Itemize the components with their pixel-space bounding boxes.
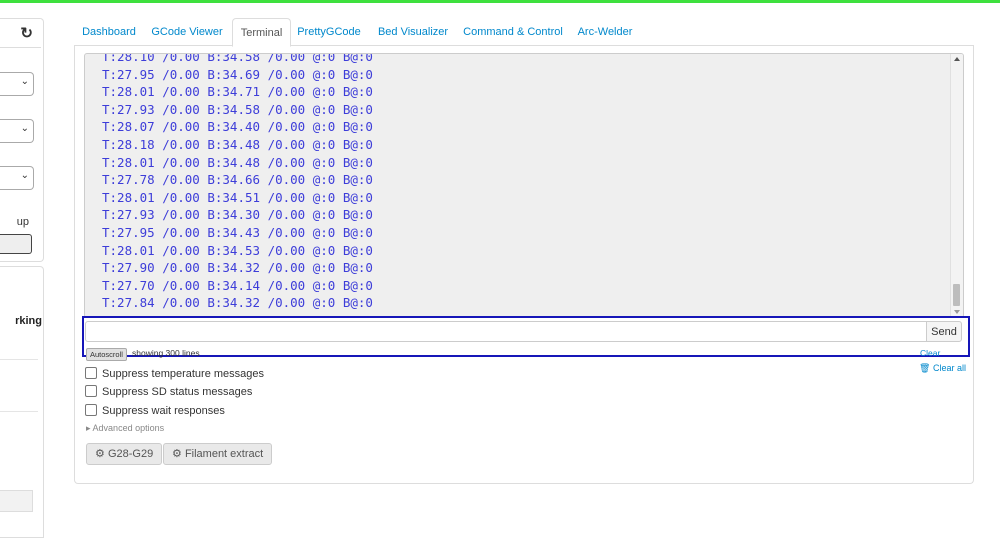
- baudrate-select[interactable]: ⌄: [0, 119, 34, 143]
- terminal-line: T:28.01 /0.00 B:34.51 /0.00 @:0 B@:0: [102, 189, 373, 205]
- gear-icon: ⚙: [172, 448, 182, 460]
- suppress-wait-checkbox[interactable]: [85, 404, 97, 417]
- divider: [0, 359, 38, 360]
- connection-panel-header: ↻: [0, 19, 41, 48]
- terminal-line: T:27.95 /0.00 B:34.69 /0.00 @:0 B@:0: [102, 66, 373, 82]
- main-tabs: Dashboard GCode Viewer Terminal PrettyGC…: [74, 18, 974, 47]
- command-input[interactable]: [85, 321, 927, 342]
- terminal-line: T:28.07 /0.00 B:34.40 /0.00 @:0 B@:0: [102, 119, 373, 135]
- tab-gcode-viewer[interactable]: GCode Viewer: [144, 18, 230, 45]
- sidebar: ↻ ⌄ ⌄ ⌄ up rking: [0, 18, 44, 538]
- autoscroll-button[interactable]: Autoscroll: [86, 348, 127, 361]
- line-count-text: showing 300 lines: [132, 348, 200, 358]
- terminal-line: T:27.93 /0.00 B:34.58 /0.00 @:0 B@:0: [102, 101, 373, 117]
- caret-right-icon: ▸: [86, 423, 91, 433]
- terminal-line: T:27.90 /0.00 B:34.32 /0.00 @:0 B@:0: [102, 260, 373, 276]
- chevron-down-icon: ⌄: [20, 123, 29, 134]
- tab-arc-welder[interactable]: Arc-Welder: [570, 18, 640, 45]
- chevron-down-icon: ⌄: [20, 76, 29, 87]
- serial-port-select[interactable]: ⌄: [0, 72, 34, 96]
- tab-command-control[interactable]: Command & Control: [457, 18, 569, 45]
- terminal-line: T:27.95 /0.00 B:34.43 /0.00 @:0 B@:0: [102, 224, 373, 240]
- filament-extract-button[interactable]: ⚙ Filament extract: [163, 443, 273, 465]
- terminal-line: T:27.78 /0.00 B:34.66 /0.00 @:0 B@:0: [102, 172, 373, 188]
- clear-link[interactable]: Clear: [920, 348, 940, 358]
- suppress-temperature-checkbox[interactable]: [85, 367, 97, 380]
- chevron-down-icon: ⌄: [20, 170, 29, 181]
- tab-dashboard[interactable]: Dashboard: [74, 18, 144, 45]
- suppress-temperature-option[interactable]: Suppress temperature messages: [85, 367, 264, 381]
- g28-g29-label: G28-G29: [107, 448, 154, 460]
- terminal-line: T:27.84 /0.00 B:34.32 /0.00 @:0 B@:0: [102, 295, 373, 311]
- terminal-line: T:28.01 /0.00 B:34.48 /0.00 @:0 B@:0: [102, 154, 373, 170]
- terminal-line: T:28.01 /0.00 B:34.71 /0.00 @:0 B@:0: [102, 84, 373, 100]
- state-value: rking: [15, 315, 42, 327]
- tab-terminal[interactable]: Terminal: [232, 18, 291, 47]
- scroll-down-icon[interactable]: [954, 310, 960, 314]
- suppress-sd-checkbox[interactable]: [85, 385, 97, 398]
- terminal-lines: T:28.10 /0.00 B:34.58 /0.00 @:0 B@:0 T:27…: [102, 53, 373, 312]
- filament-extract-label: Filament extract: [184, 448, 264, 460]
- terminal-scrollbar[interactable]: [950, 54, 963, 317]
- suppress-temperature-label: Suppress temperature messages: [102, 368, 265, 380]
- g28-g29-button[interactable]: ⚙ G28-G29: [86, 443, 163, 465]
- divider: [0, 411, 38, 412]
- trash-icon: 🗑︎: [919, 363, 931, 373]
- sidebar-partial-label: up: [16, 216, 29, 228]
- gear-icon: ⚙: [95, 448, 105, 460]
- advanced-options-label: Advanced options: [92, 423, 165, 433]
- terminal-line: T:28.18 /0.00 B:34.48 /0.00 @:0 B@:0: [102, 136, 373, 152]
- top-status-bar: [0, 0, 1000, 3]
- advanced-options-toggle[interactable]: ▸ Advanced options: [86, 423, 164, 434]
- suppress-wait-option[interactable]: Suppress wait responses: [85, 404, 225, 418]
- connect-button[interactable]: [0, 234, 32, 254]
- terminal-line: T:28.10 /0.00 B:34.58 /0.00 @:0 B@:0: [102, 53, 373, 64]
- clear-all-link[interactable]: 🗑︎ Clear all: [919, 363, 966, 374]
- suppress-wait-label: Suppress wait responses: [102, 405, 225, 417]
- terminal-output[interactable]: T:28.10 /0.00 B:34.58 /0.00 @:0 B@:0 T:27…: [84, 53, 964, 318]
- suppress-sd-label: Suppress SD status messages: [102, 386, 253, 398]
- tab-bed-visualizer[interactable]: Bed Visualizer: [369, 18, 457, 45]
- sidebar-footer: [0, 490, 33, 512]
- refresh-icon[interactable]: ↻: [20, 24, 33, 42]
- tab-prettygcode[interactable]: PrettyGCode: [291, 18, 367, 45]
- terminal-line: T:27.93 /0.00 B:34.30 /0.00 @:0 B@:0: [102, 207, 373, 223]
- scrollbar-thumb[interactable]: [953, 284, 960, 306]
- terminal-line: T:28.01 /0.00 B:34.53 /0.00 @:0 B@:0: [102, 242, 373, 258]
- clear-all-label: Clear all: [932, 363, 966, 373]
- suppress-sd-option[interactable]: Suppress SD status messages: [85, 385, 252, 399]
- terminal-line: T:27.70 /0.00 B:34.14 /0.00 @:0 B@:0: [102, 277, 373, 293]
- send-button[interactable]: Send: [926, 321, 962, 342]
- printer-profile-select[interactable]: ⌄: [0, 166, 34, 190]
- scroll-up-icon[interactable]: [954, 57, 960, 61]
